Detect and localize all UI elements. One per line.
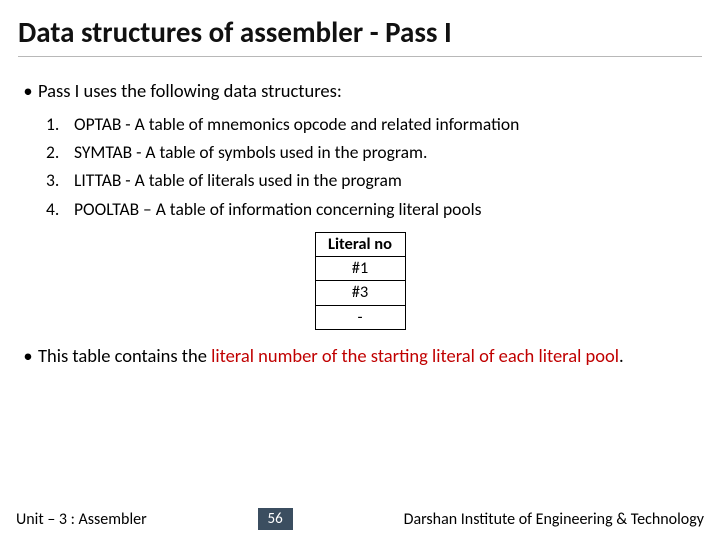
list-item: 3. LITTAB - A table of literals used in …	[46, 169, 702, 191]
footer: Unit – 3 : Assembler 56 Darshan Institut…	[0, 508, 720, 530]
list-number: 4.	[46, 198, 74, 220]
closing-bullet: • This table contains the literal number…	[18, 344, 702, 368]
closing-suffix: .	[619, 344, 624, 367]
table-cell: -	[315, 305, 405, 329]
table-header: Literal no	[315, 233, 405, 257]
list-text: OPTAB - A table of mnemonics opcode and …	[74, 113, 702, 135]
literal-table: Literal no #1 #3 -	[315, 232, 406, 329]
list-number: 3.	[46, 169, 74, 191]
list-number: 1.	[46, 113, 74, 135]
numbered-list: 1. OPTAB - A table of mnemonics opcode a…	[46, 113, 702, 221]
closing-prefix: This table contains the	[38, 344, 211, 367]
slide-title: Data structures of assembler - Pass I	[18, 14, 702, 57]
list-text: LITTAB - A table of literals used in the…	[74, 169, 702, 191]
footer-right: Darshan Institute of Engineering & Techn…	[404, 510, 704, 529]
list-item: 1. OPTAB - A table of mnemonics opcode a…	[46, 113, 702, 135]
intro-bullet: • Pass I uses the following data structu…	[18, 79, 702, 103]
table-container: Literal no #1 #3 -	[18, 232, 702, 329]
slide: Data structures of assembler - Pass I • …	[0, 0, 720, 540]
page-number: 56	[258, 508, 293, 530]
closing-highlight: literal number of the starting literal o…	[211, 344, 619, 367]
list-text: SYMTAB - A table of symbols used in the …	[74, 141, 702, 163]
intro-text: Pass I uses the following data structure…	[38, 79, 702, 103]
list-text: POOLTAB – A table of information concern…	[74, 198, 702, 220]
list-number: 2.	[46, 141, 74, 163]
table-cell: #3	[315, 281, 405, 305]
closing-text: This table contains the literal number o…	[38, 344, 702, 368]
bullet-marker: •	[18, 344, 38, 368]
list-item: 2. SYMTAB - A table of symbols used in t…	[46, 141, 702, 163]
bullet-marker: •	[18, 79, 38, 103]
list-item: 4. POOLTAB – A table of information conc…	[46, 198, 702, 220]
table-cell: #1	[315, 257, 405, 281]
footer-left: Unit – 3 : Assembler	[16, 510, 147, 529]
content-area: • Pass I uses the following data structu…	[18, 57, 702, 367]
